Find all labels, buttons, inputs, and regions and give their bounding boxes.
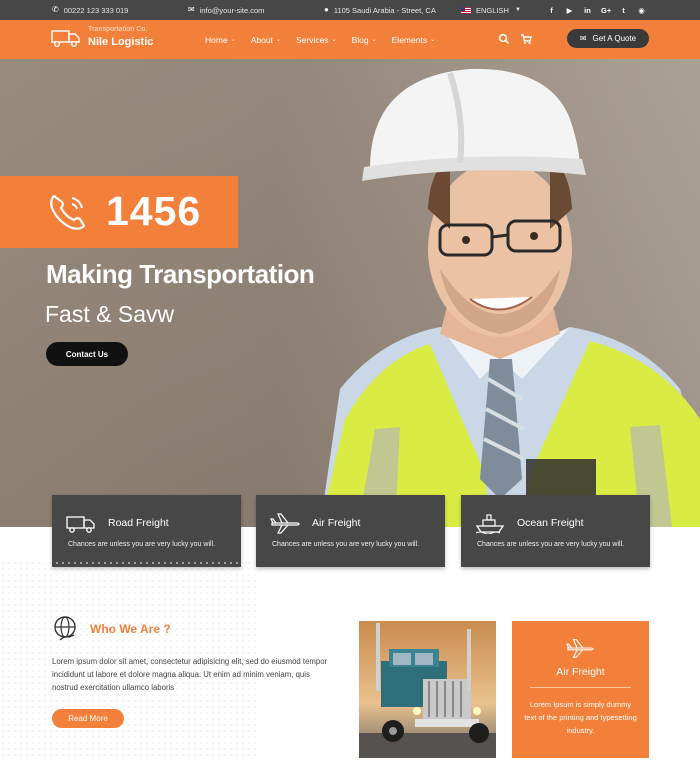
service-title: Air Freight [312, 517, 361, 529]
chevron-down-icon: ⌄ [275, 37, 281, 43]
language-label: ENGLISH [476, 5, 509, 15]
service-card-ocean-freight[interactable]: Ocean Freight Chances are unless you are… [461, 495, 650, 567]
social-links: f ▶ in G+ t ◉ [547, 0, 646, 20]
globe-hand-icon [54, 616, 76, 641]
hero-title: Making Transportation [46, 259, 315, 289]
location-pin-icon: ● [324, 5, 329, 14]
truck-icon [66, 516, 95, 533]
topbar-email[interactable]: ✉ info@your-site.com [188, 0, 264, 20]
phone-icon: ✆ [52, 5, 59, 14]
phone-number: 1456 [106, 188, 202, 234]
topbar-phone[interactable]: ✆ 00222 123 333 019 [52, 0, 128, 20]
service-desc: Chances are unless you are very lucky yo… [68, 541, 216, 548]
twitter-icon[interactable]: t [619, 6, 628, 15]
youtube-icon[interactable]: ▶ [565, 6, 574, 15]
envelope-icon: ✉ [579, 34, 587, 43]
service-card-road-freight[interactable]: Road Freight Chances are unless you are … [52, 495, 241, 567]
read-more-button[interactable]: Read More [52, 709, 124, 728]
topbar-address: ● 1105 Saudi Arabia - Street, CA [324, 0, 436, 20]
main-header: Transportation Co. Nile Logistic Home ⌄ A… [0, 20, 700, 59]
search-icon[interactable] [498, 33, 510, 45]
nav-blog-label: Blog [351, 34, 369, 45]
facebook-icon[interactable]: f [547, 6, 556, 15]
envelope-icon: ✉ [188, 5, 195, 14]
nav-services-label: Services [295, 34, 329, 45]
service-desc: Chances are unless you are very lucky yo… [272, 541, 420, 548]
nav-home-label: Home [205, 34, 228, 45]
air-freight-feature[interactable]: Air Freight Lorem Ipsum is simply dummy … [512, 621, 649, 758]
service-desc: Chances are unless you are very lucky yo… [477, 541, 625, 548]
cart-icon[interactable] [520, 33, 532, 45]
linkedin-icon[interactable]: in [583, 6, 592, 15]
about-text: Lorem ipsum dolor sit amet, consectetur … [52, 657, 328, 692]
chevron-down-icon: ⌄ [331, 37, 337, 43]
get-quote-button[interactable]: ✉ Get A Quote [567, 29, 649, 48]
feature-title: Air Freight [556, 666, 605, 678]
truck-photo [359, 621, 496, 758]
get-quote-label: Get A Quote [592, 34, 637, 43]
phone-call-icon [50, 194, 86, 230]
chevron-down-icon: ▼ [514, 7, 521, 13]
airplane-icon [270, 513, 300, 534]
topbar-address-text: 1105 Saudi Arabia - Street, CA [333, 5, 436, 15]
hero-banner: 1456 Making Transportation Fast & Savw C… [0, 59, 700, 527]
contact-us-button[interactable]: Contact Us [46, 342, 128, 366]
service-title: Ocean Freight [517, 517, 584, 529]
us-flag-icon [461, 6, 471, 14]
nav-about-label: About [250, 34, 273, 45]
service-title: Road Freight [108, 517, 169, 529]
phone-banner[interactable]: 1456 [0, 176, 238, 248]
topbar-email-text: info@your-site.com [199, 5, 265, 15]
nav-blog[interactable]: Blog ⌄ [352, 35, 377, 45]
nav-elements-label: Elements [391, 34, 428, 45]
nav-about[interactable]: About ⌄ [251, 35, 281, 45]
hero-subtitle: Fast & Savw [45, 301, 175, 327]
truck-logo-icon[interactable] [51, 28, 81, 48]
feature-text: Lorem Ipsum is simply dummy text of the … [524, 700, 637, 735]
chevron-down-icon: ⌄ [230, 37, 236, 43]
topbar-phone-text: 00222 123 333 019 [63, 5, 129, 15]
divider [530, 687, 631, 688]
language-selector[interactable]: ENGLISH ▼ [461, 0, 521, 20]
chevron-down-icon: ⌄ [371, 37, 377, 43]
about-title: Who We Are ? [90, 622, 171, 636]
logo-name[interactable]: Nile Logistic [88, 36, 153, 48]
ship-icon [475, 514, 505, 534]
chevron-down-icon: ⌄ [430, 37, 436, 43]
nav-elements[interactable]: Elements ⌄ [392, 35, 435, 45]
airplane-icon [566, 639, 594, 658]
main-nav: Home ⌄ About ⌄ Services ⌄ Blog ⌄ Elements ⌄ [205, 20, 435, 59]
worker-photo [320, 68, 700, 527]
nav-home[interactable]: Home ⌄ [205, 35, 236, 45]
logo-tagline: Transportation Co. [88, 26, 148, 33]
google-plus-icon[interactable]: G+ [601, 6, 611, 15]
top-bar: ✆ 00222 123 333 019 ✉ info@your-site.com… [0, 0, 700, 20]
rss-icon[interactable]: ◉ [637, 6, 646, 15]
service-card-air-freight[interactable]: Air Freight Chances are unless you are v… [256, 495, 445, 567]
nav-services[interactable]: Services ⌄ [296, 35, 337, 45]
